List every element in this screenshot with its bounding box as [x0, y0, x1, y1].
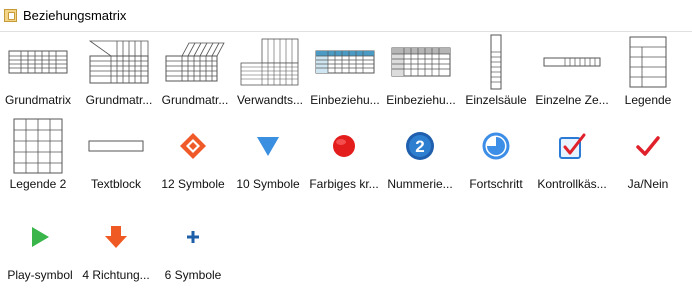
shape-label: Einzelne Ze... — [535, 93, 609, 107]
shape-play-symbol[interactable]: Play-symbol — [2, 206, 78, 286]
shape-label: Ja/Nein — [627, 177, 669, 191]
shape-label: Legende — [624, 93, 672, 107]
shape-label: Grundmatr... — [85, 93, 153, 107]
shape-label: Verwandts... — [236, 93, 304, 107]
shape-verwandtschaft[interactable]: Verwandts... — [232, 31, 308, 111]
triangle-down-icon — [230, 115, 306, 177]
shape-label: Einbeziehu... — [310, 93, 380, 107]
shape-10-symbole[interactable]: 10 Symbole — [230, 115, 306, 195]
library-titlebar[interactable]: Beziehungsmatrix — [0, 0, 692, 32]
grid-3d-header-icon — [157, 31, 233, 93]
library-icon — [4, 9, 17, 22]
shape-label: Einzelsäule — [465, 93, 527, 107]
legend-grid-icon — [0, 115, 76, 177]
legend-table-icon — [610, 31, 686, 93]
shape-label: Farbiges kr... — [309, 177, 379, 191]
shape-label: Grundmatrix — [4, 93, 72, 107]
shape-label: Legende 2 — [9, 177, 67, 191]
shape-grundmatrix-3[interactable]: Grundmatr... — [157, 31, 233, 111]
blue-header-table-icon — [307, 31, 383, 93]
single-row-icon — [534, 31, 610, 93]
shape-legende[interactable]: Legende — [610, 31, 686, 111]
shape-textblock[interactable]: Textblock — [78, 115, 154, 195]
shape-6-symbole[interactable]: 6 Symbole — [155, 206, 231, 286]
shape-label: 4 Richtung... — [82, 268, 150, 282]
shape-grundmatrix-2[interactable]: Grundmatr... — [81, 31, 157, 111]
badge-number: 2 — [415, 137, 424, 156]
relationship-matrix-icon — [232, 31, 308, 93]
diamond-icon — [155, 115, 231, 177]
single-column-icon — [458, 31, 534, 93]
grid-slanted-header-icon — [81, 31, 157, 93]
library-title: Beziehungsmatrix — [23, 8, 127, 23]
shape-label: Einbeziehu... — [386, 93, 456, 107]
shape-einbeziehung-blue[interactable]: Einbeziehu... — [307, 31, 383, 111]
shape-label: Nummerie... — [387, 177, 453, 191]
arrow-down-icon — [78, 206, 154, 268]
shape-4-richtungen[interactable]: 4 Richtung... — [78, 206, 154, 286]
shape-library-panel: Beziehungsmatrix Grundmatrix Grundmatr..… — [0, 0, 692, 299]
gray-header-table-icon — [383, 31, 459, 93]
shape-label: 10 Symbole — [236, 177, 300, 191]
shape-einzelne-zeile[interactable]: Einzelne Ze... — [534, 31, 610, 111]
shape-label: Grundmatr... — [161, 93, 229, 107]
shape-farbiges-kreis[interactable]: Farbiges kr... — [306, 115, 382, 195]
shape-nummerierung[interactable]: 2 Nummerie... — [382, 115, 458, 195]
progress-pie-icon — [458, 115, 534, 177]
shape-label: Textblock — [90, 177, 142, 191]
shape-einbeziehung-gray[interactable]: Einbeziehu... — [383, 31, 459, 111]
shape-fortschritt[interactable]: Fortschritt — [458, 115, 534, 195]
shape-einzelsaeule[interactable]: Einzelsäule — [458, 31, 534, 111]
red-circle-icon — [306, 115, 382, 177]
shape-12-symbole[interactable]: 12 Symbole — [155, 115, 231, 195]
shape-grundmatrix[interactable]: Grundmatrix — [0, 31, 76, 111]
shape-label: 6 Symbole — [164, 268, 222, 282]
number-badge-icon: 2 — [382, 115, 458, 177]
shape-label: Kontrollkäs... — [537, 177, 607, 191]
shape-legende-2[interactable]: Legende 2 — [0, 115, 76, 195]
shape-label: Fortschritt — [469, 177, 523, 191]
grid-table-icon — [0, 31, 76, 93]
shape-ja-nein[interactable]: Ja/Nein — [610, 115, 686, 195]
plus-icon — [155, 206, 231, 268]
shape-label: Play-symbol — [7, 268, 73, 282]
shape-kontrollkaestchen[interactable]: Kontrollkäs... — [534, 115, 610, 195]
checkbox-icon — [534, 115, 610, 177]
shape-label: 12 Symbole — [161, 177, 225, 191]
checkmark-icon — [610, 115, 686, 177]
play-icon — [2, 206, 78, 268]
textblock-icon — [78, 115, 154, 177]
